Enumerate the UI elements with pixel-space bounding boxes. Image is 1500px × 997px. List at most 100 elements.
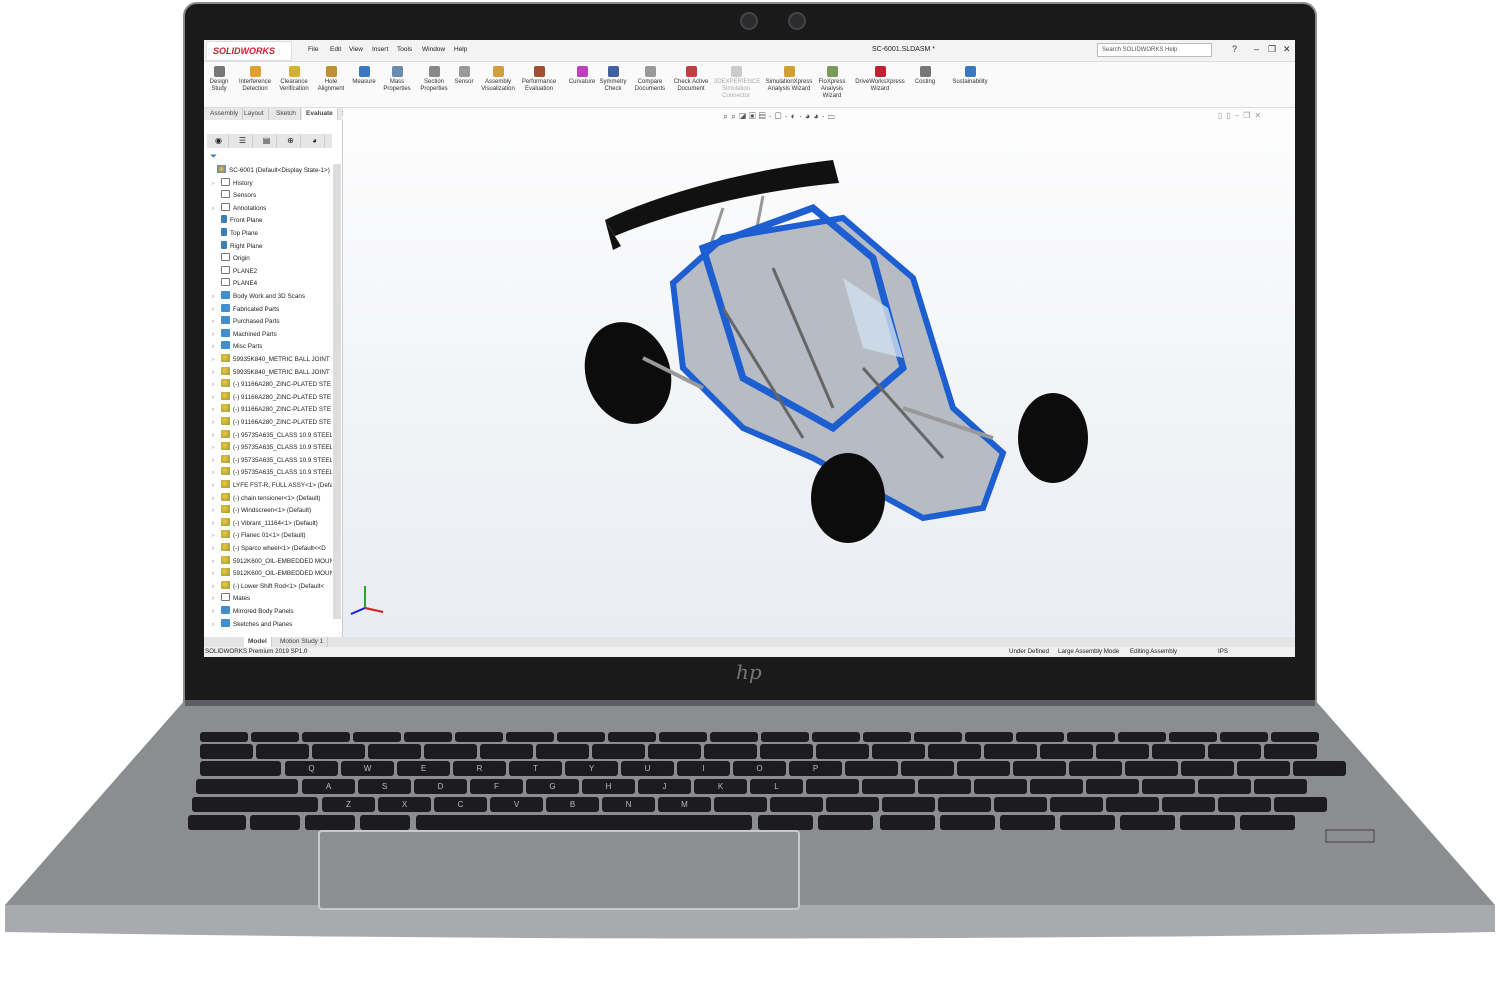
key[interactable] <box>1180 815 1235 830</box>
expand-icon[interactable]: › <box>212 619 216 632</box>
ribbon-costing[interactable]: Costing <box>910 66 940 86</box>
key[interactable] <box>957 761 1010 776</box>
ribbon-interference-detection[interactable]: Interference Detection <box>236 66 274 93</box>
key[interactable]: B <box>546 797 599 812</box>
tree-item[interactable]: Right Plane <box>208 240 332 254</box>
key[interactable] <box>1050 797 1103 812</box>
key[interactable] <box>1000 815 1055 830</box>
key[interactable]: O <box>733 761 786 776</box>
key[interactable]: N <box>602 797 655 812</box>
key[interactable] <box>1220 732 1268 742</box>
expand-icon[interactable]: › <box>212 606 216 619</box>
key[interactable] <box>704 744 757 759</box>
key[interactable]: V <box>490 797 543 812</box>
tree-item[interactable]: › Machined Parts <box>208 328 332 342</box>
expand-icon[interactable]: › <box>212 316 216 329</box>
key[interactable] <box>1254 779 1307 794</box>
tab-assembly[interactable]: Assembly <box>206 108 244 120</box>
tree-item[interactable]: Origin <box>208 253 332 266</box>
key[interactable] <box>914 732 962 742</box>
ribbon-measure[interactable]: Measure <box>350 66 378 86</box>
key[interactable]: Z <box>322 797 375 812</box>
key[interactable] <box>812 732 860 742</box>
key[interactable] <box>480 744 533 759</box>
tree-item[interactable]: › (-) chain tensioner<1> (Default) <box>208 492 332 506</box>
key[interactable] <box>200 744 253 759</box>
key[interactable] <box>882 797 935 812</box>
tree-item[interactable]: › Mates <box>208 593 332 606</box>
menu-tools[interactable]: Tools <box>397 46 412 53</box>
key[interactable]: L <box>750 779 803 794</box>
heads-up-view-toolbar[interactable]: ⌕⌕◪▣▤·▢·◐·◕◕·▭ <box>723 111 838 122</box>
expand-icon[interactable]: › <box>212 505 216 518</box>
key[interactable]: F <box>470 779 523 794</box>
menu-insert[interactable]: Insert <box>372 46 388 53</box>
key[interactable] <box>826 797 879 812</box>
expand-icon[interactable]: › <box>212 467 216 480</box>
key[interactable] <box>965 732 1013 742</box>
tree-item[interactable]: SC-6001 (Default<Display State-1>) <box>208 165 332 178</box>
key[interactable] <box>863 732 911 742</box>
expand-icon[interactable]: › <box>212 354 216 367</box>
tree-item[interactable]: › (-) 91166A280_ZINC-PLATED STE <box>208 391 332 405</box>
key[interactable] <box>608 732 656 742</box>
key[interactable] <box>659 732 707 742</box>
tab-evaluate[interactable]: Evaluate <box>302 108 338 120</box>
menu-view[interactable]: View <box>349 46 363 53</box>
key[interactable] <box>1016 732 1064 742</box>
tree-item[interactable]: Top Plane <box>208 228 332 241</box>
menu-help[interactable]: Help <box>454 46 467 53</box>
key[interactable] <box>1040 744 1093 759</box>
tree-item[interactable]: › History <box>208 177 332 191</box>
key[interactable] <box>714 797 767 812</box>
tree-item[interactable]: › (-) 95735A635_CLASS 10.9 STEEL ... <box>208 442 332 455</box>
ribbon-section-properties[interactable]: Section Properties <box>416 66 452 93</box>
tree-item[interactable]: › (-) Windscreen<1> (Default) <box>208 505 332 518</box>
key[interactable] <box>1293 761 1346 776</box>
config-tab-icon[interactable]: ▤ <box>257 135 277 147</box>
key[interactable]: U <box>621 761 674 776</box>
filter-icon[interactable]: ⏷ <box>210 151 217 162</box>
key[interactable] <box>1264 744 1317 759</box>
key[interactable] <box>353 732 401 742</box>
key[interactable] <box>940 815 995 830</box>
key[interactable]: H <box>582 779 635 794</box>
key[interactable] <box>557 732 605 742</box>
tree-item[interactable]: › (-) 91166A280_ZINC-PLATED STE <box>208 379 332 392</box>
ribbon-sensor[interactable]: Sensor <box>452 66 476 86</box>
key[interactable] <box>928 744 981 759</box>
key[interactable] <box>592 744 645 759</box>
search-input[interactable]: Search SOLIDWORKS Help <box>1097 43 1212 57</box>
tree-item[interactable]: › (-) 95735A635_CLASS 10.9 STEEL ... <box>208 454 332 468</box>
tree-item[interactable]: › LYFE FST-R, FULL ASSY<1> (Defa <box>208 480 332 493</box>
expand-icon[interactable]: › <box>212 480 216 493</box>
key[interactable]: E <box>397 761 450 776</box>
key[interactable] <box>1125 761 1178 776</box>
tree-item[interactable]: › (-) Sparco wheel<1> (Default<<D <box>208 543 332 556</box>
key[interactable] <box>918 779 971 794</box>
key[interactable] <box>1218 797 1271 812</box>
key[interactable] <box>250 815 300 830</box>
tab-sketch[interactable]: Sketch <box>272 108 301 120</box>
expand-icon[interactable]: › <box>212 568 216 581</box>
key[interactable] <box>251 732 299 742</box>
ribbon-clearance-verification[interactable]: Clearance Verification <box>276 66 312 93</box>
tree-item[interactable]: › 59935K840_METRIC BALL JOINT F <box>208 354 332 367</box>
key[interactable] <box>416 815 752 830</box>
ribbon-driveworksxpress-wizard[interactable]: DriveWorksXpress Wizard <box>852 66 908 93</box>
key[interactable] <box>1181 761 1234 776</box>
tree-item[interactable]: › (-) Lower Shift Rod<1> (Default< <box>208 580 332 594</box>
ribbon-sustainability[interactable]: Sustainability <box>948 66 992 86</box>
tree-item[interactable]: › (-) Flanec 01<1> (Default) <box>208 530 332 543</box>
graphics-viewport[interactable]: ⌕⌕◪▣▤·▢·◐·◕◕·▭ ▯▯–❐✕ <box>343 108 1295 637</box>
expand-icon[interactable]: › <box>212 455 216 468</box>
expand-icon[interactable]: › <box>212 329 216 342</box>
ribbon-compare-documents[interactable]: Compare Documents <box>632 66 668 93</box>
solidworks-logo[interactable]: SOLIDWORKS <box>206 41 292 61</box>
key[interactable] <box>974 779 1027 794</box>
ribbon-floxpress-analysis-wizard[interactable]: FloXpress Analysis Wizard <box>816 66 848 100</box>
tree-item[interactable]: › Fabricated Parts <box>208 303 332 317</box>
tree-item[interactable]: PLANE4 <box>208 278 332 291</box>
key[interactable]: K <box>694 779 747 794</box>
tree-item[interactable]: › Misc Parts <box>208 341 332 354</box>
